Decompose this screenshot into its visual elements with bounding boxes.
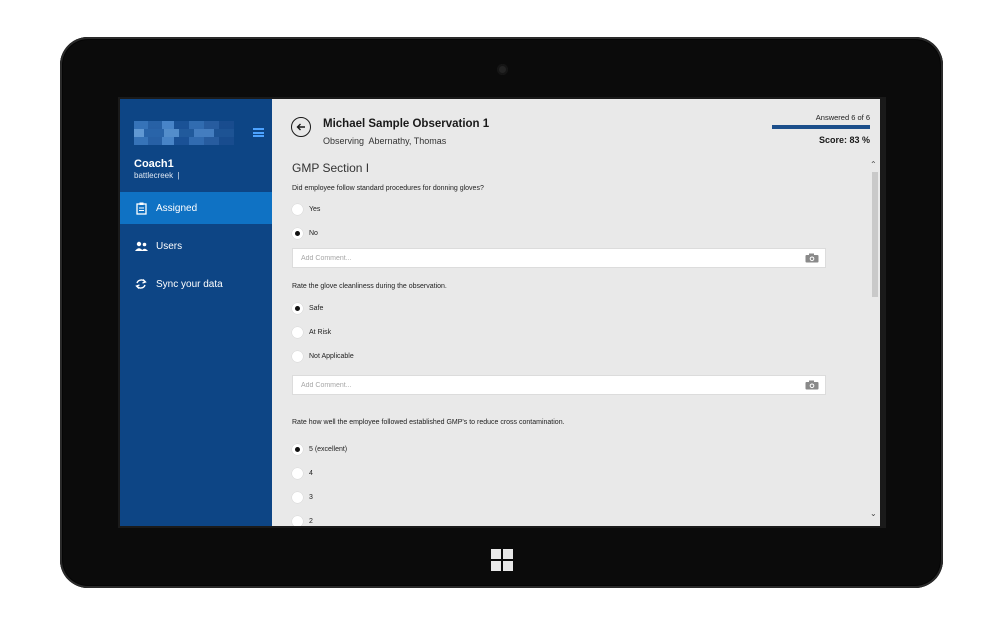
- scroll-up-icon[interactable]: ⌃: [870, 160, 877, 169]
- radio-option-label: Not Applicable: [309, 353, 354, 360]
- observing-line: Observing Abernathy, Thomas: [323, 136, 446, 146]
- back-arrow-icon[interactable]: [291, 117, 311, 137]
- radio-button[interactable]: [292, 444, 303, 455]
- radio-option-label: Yes: [309, 206, 321, 213]
- radio-option-label: Safe: [309, 305, 324, 312]
- camera-icon[interactable]: [805, 380, 819, 390]
- sidebar-item-label: Sync your data: [156, 278, 223, 290]
- radio-button[interactable]: [292, 468, 303, 479]
- users-icon: [134, 239, 148, 253]
- sidebar-item-sync[interactable]: Sync your data: [120, 268, 272, 300]
- scroll-down-icon[interactable]: ⌄: [870, 509, 877, 518]
- radio-option-label: 5 (excellent): [309, 446, 348, 453]
- radio-option-label: At Risk: [309, 329, 332, 336]
- radio-button[interactable]: [292, 351, 303, 362]
- radio-option-label: 2: [309, 518, 313, 525]
- question-text: Rate the glove cleanliness during the ob…: [292, 283, 447, 290]
- sidebar-item-label: Users: [156, 240, 183, 252]
- sidebar: Coach1 battlecreek | Assigned Users Sync…: [120, 99, 272, 526]
- section-title: GMP Section I: [292, 161, 370, 175]
- sync-icon: [134, 277, 148, 291]
- app-screen: Coach1 battlecreek | Assigned Users Sync…: [118, 97, 886, 528]
- observing-label: Observing: [323, 136, 365, 146]
- sidebar-item-label: Assigned: [156, 202, 198, 214]
- radio-button[interactable]: [292, 327, 303, 338]
- comment-input[interactable]: [299, 380, 805, 390]
- radio-button[interactable]: [292, 204, 303, 215]
- radio-option[interactable]: At Risk: [292, 327, 331, 338]
- radio-option[interactable]: Not Applicable: [292, 351, 354, 362]
- user-organization: battlecreek |: [134, 171, 180, 180]
- answered-progress-bar: [772, 125, 870, 129]
- radio-option[interactable]: No: [292, 228, 318, 239]
- radio-option-label: 4: [309, 470, 313, 477]
- radio-button[interactable]: [292, 516, 303, 526]
- question-text: Did employee follow standard procedures …: [292, 185, 484, 192]
- comment-field[interactable]: [292, 248, 826, 268]
- page-title: Michael Sample Observation 1: [323, 118, 490, 130]
- radio-option[interactable]: Safe: [292, 303, 323, 314]
- sidebar-nav: Assigned Users Sync your data: [120, 192, 272, 306]
- radio-button[interactable]: [292, 492, 303, 503]
- sidebar-item-users[interactable]: Users: [120, 230, 272, 262]
- sidebar-item-assigned[interactable]: Assigned: [120, 192, 272, 224]
- question-text: Rate how well the employee followed esta…: [292, 419, 565, 426]
- observed-employee: Abernathy, Thomas: [368, 136, 447, 146]
- radio-option[interactable]: Yes: [292, 204, 320, 215]
- score-text: Score: 83 %: [818, 135, 870, 145]
- radio-option[interactable]: 3: [292, 492, 313, 503]
- comment-field[interactable]: [292, 375, 826, 395]
- windows-logo-icon[interactable]: [491, 549, 513, 571]
- radio-option[interactable]: 4: [292, 468, 313, 479]
- comment-input[interactable]: [299, 253, 805, 263]
- radio-option[interactable]: 2: [292, 516, 313, 526]
- radio-option-label: 3: [309, 494, 313, 501]
- user-name: Coach1: [134, 158, 174, 170]
- radio-button[interactable]: [292, 303, 303, 314]
- radio-button[interactable]: [292, 228, 303, 239]
- camera-lens: [497, 64, 508, 75]
- radio-option[interactable]: 5 (excellent): [292, 444, 347, 455]
- hamburger-menu-icon[interactable]: [253, 128, 264, 137]
- clipboard-icon: [134, 201, 148, 215]
- observation-panel: Michael Sample Observation 1 Observing A…: [272, 99, 880, 526]
- scrollbar-thumb[interactable]: [872, 172, 878, 297]
- camera-icon[interactable]: [805, 253, 819, 263]
- answered-count: Answered 6 of 6: [815, 113, 870, 122]
- blurred-logo: [134, 121, 234, 145]
- radio-option-label: No: [309, 230, 318, 237]
